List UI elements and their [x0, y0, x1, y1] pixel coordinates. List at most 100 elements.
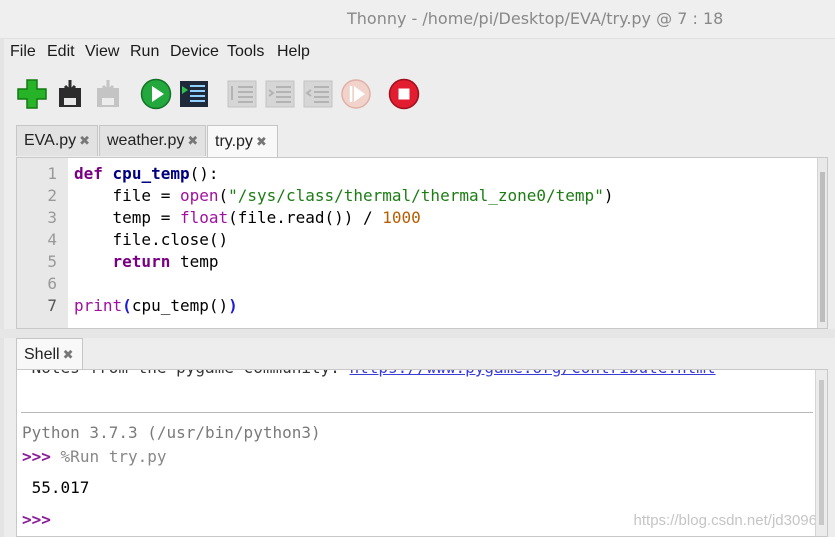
- step-out-icon: [303, 80, 333, 108]
- shell-divider: [21, 412, 813, 413]
- shell-previous-output: Notes from the pygame community: https:/…: [22, 370, 716, 377]
- tab-label: weather.py: [107, 132, 185, 149]
- run-icon: [140, 78, 172, 110]
- tab-label: EVA.py: [24, 132, 77, 149]
- pane-splitter[interactable]: [0, 329, 835, 338]
- line-number: 3: [47, 208, 57, 227]
- program-output: 55.017: [22, 478, 90, 497]
- code-token: temp: [170, 252, 219, 271]
- resume-icon: [341, 79, 371, 109]
- window-title: Thonny - /home/pi/Desktop/EVA/try.py @ 7…: [347, 9, 724, 28]
- code-token: cpu_temp(): [131, 296, 229, 315]
- new-file-button[interactable]: [15, 77, 49, 111]
- resume-button[interactable]: [339, 77, 373, 111]
- code-text[interactable]: def cpu_temp(): file = open("/sys/class/…: [74, 163, 613, 317]
- step-over-button[interactable]: [225, 77, 259, 111]
- editor-tab-bar: EVA.py ✖ weather.py ✖ try.py ✖: [16, 125, 835, 158]
- toolbar: [0, 72, 835, 116]
- code-token: 1000: [382, 208, 421, 227]
- menu-file[interactable]: File: [10, 43, 36, 61]
- menu-tools[interactable]: Tools: [227, 43, 264, 61]
- tab-weather-py[interactable]: weather.py ✖: [99, 125, 206, 156]
- stop-icon: [388, 78, 420, 110]
- save-disabled-button[interactable]: [91, 77, 125, 111]
- tab-eva-py[interactable]: EVA.py ✖: [16, 125, 98, 156]
- code-token: (: [218, 186, 229, 205]
- shell-link[interactable]: https://www.pygame.org/contribute.html: [350, 370, 716, 377]
- code-line[interactable]: temp = float(file.read()) / 1000: [74, 207, 613, 229]
- menu-device[interactable]: Device: [170, 43, 219, 61]
- code-token: ): [228, 296, 238, 315]
- code-token: file =: [74, 186, 180, 205]
- editor-scrollbar[interactable]: [817, 158, 827, 328]
- save-disabled-icon: [97, 80, 119, 107]
- python-version-line: Python 3.7.3 (/usr/bin/python3): [22, 423, 321, 442]
- debug-icon: [180, 81, 208, 107]
- code-line[interactable]: [74, 273, 613, 295]
- code-token: ): [603, 186, 614, 205]
- stop-button[interactable]: [387, 77, 421, 111]
- run-command-line: >>> %Run try.py: [22, 447, 167, 466]
- save-button[interactable]: [53, 77, 87, 111]
- title-bar: Thonny - /home/pi/Desktop/EVA/try.py @ 7…: [0, 0, 835, 39]
- line-number: 6: [47, 274, 57, 293]
- code-token: cpu_temp: [112, 164, 190, 183]
- watermark: https://blog.csdn.net/jd3096: [633, 512, 817, 529]
- run-command: %Run try.py: [60, 447, 167, 466]
- shell-prompt: >>>: [22, 510, 51, 529]
- menu-view[interactable]: View: [85, 43, 119, 61]
- debug-button[interactable]: [177, 77, 211, 111]
- code-line[interactable]: file.close(): [74, 229, 613, 251]
- code-token: return: [112, 252, 171, 271]
- step-over-icon: [227, 80, 257, 108]
- code-token: ():: [189, 164, 219, 183]
- code-token: float: [179, 208, 229, 227]
- code-line[interactable]: file = open("/sys/class/thermal/thermal_…: [74, 185, 614, 207]
- code-token: (file.read()) /: [228, 208, 383, 227]
- close-icon[interactable]: ✖: [63, 347, 74, 363]
- code-token: open: [179, 186, 219, 205]
- code-token: (: [122, 296, 132, 315]
- line-number-gutter: 1 2 3 4 5 6 7: [17, 158, 68, 328]
- step-into-icon: [265, 80, 295, 108]
- scrollbar-thumb[interactable]: [820, 172, 825, 322]
- code-line[interactable]: print(cpu_temp()): [74, 295, 613, 317]
- line-number: 1: [47, 164, 57, 183]
- new-file-icon: [17, 79, 47, 109]
- line-number: 5: [47, 252, 57, 271]
- line-number: 4: [47, 230, 57, 249]
- shell-tab-bar: Shell ✖: [16, 338, 116, 371]
- scrollbar-thumb[interactable]: [819, 380, 824, 525]
- close-icon[interactable]: ✖: [256, 134, 267, 150]
- code-line[interactable]: return temp: [74, 251, 613, 273]
- code-token: print: [74, 296, 123, 315]
- code-token: temp =: [74, 208, 180, 227]
- menu-help[interactable]: Help: [277, 43, 310, 61]
- run-button[interactable]: [139, 77, 173, 111]
- line-number: 2: [47, 186, 57, 205]
- step-into-button[interactable]: [263, 77, 297, 111]
- shell-scrollbar[interactable]: [815, 370, 827, 536]
- input-line[interactable]: >>>: [22, 510, 51, 529]
- tab-shell[interactable]: Shell ✖: [16, 338, 83, 371]
- menu-run[interactable]: Run: [130, 43, 159, 61]
- shell-notes-text: Notes from the pygame community:: [22, 370, 350, 377]
- line-number: 7: [47, 296, 57, 315]
- tab-try-py[interactable]: try.py ✖: [207, 125, 278, 158]
- code-token: "/sys/class/thermal/thermal_zone0/temp": [228, 186, 604, 205]
- menu-bar: File Edit View Run Device Tools Help: [0, 40, 835, 64]
- shell-console[interactable]: Notes from the pygame community: https:/…: [16, 369, 828, 537]
- step-out-button[interactable]: [301, 77, 335, 111]
- close-icon[interactable]: ✖: [79, 133, 90, 149]
- code-editor[interactable]: 1234567 def cpu_temp(): file = open("/sy…: [16, 157, 828, 329]
- shell-prompt: >>>: [22, 447, 51, 466]
- close-icon[interactable]: ✖: [187, 133, 198, 149]
- tab-label: try.py: [215, 133, 253, 150]
- code-token: def: [74, 164, 103, 183]
- save-icon: [59, 80, 81, 107]
- menu-edit[interactable]: Edit: [47, 43, 75, 61]
- tab-label: Shell: [24, 346, 60, 363]
- code-line[interactable]: def cpu_temp():: [74, 163, 613, 185]
